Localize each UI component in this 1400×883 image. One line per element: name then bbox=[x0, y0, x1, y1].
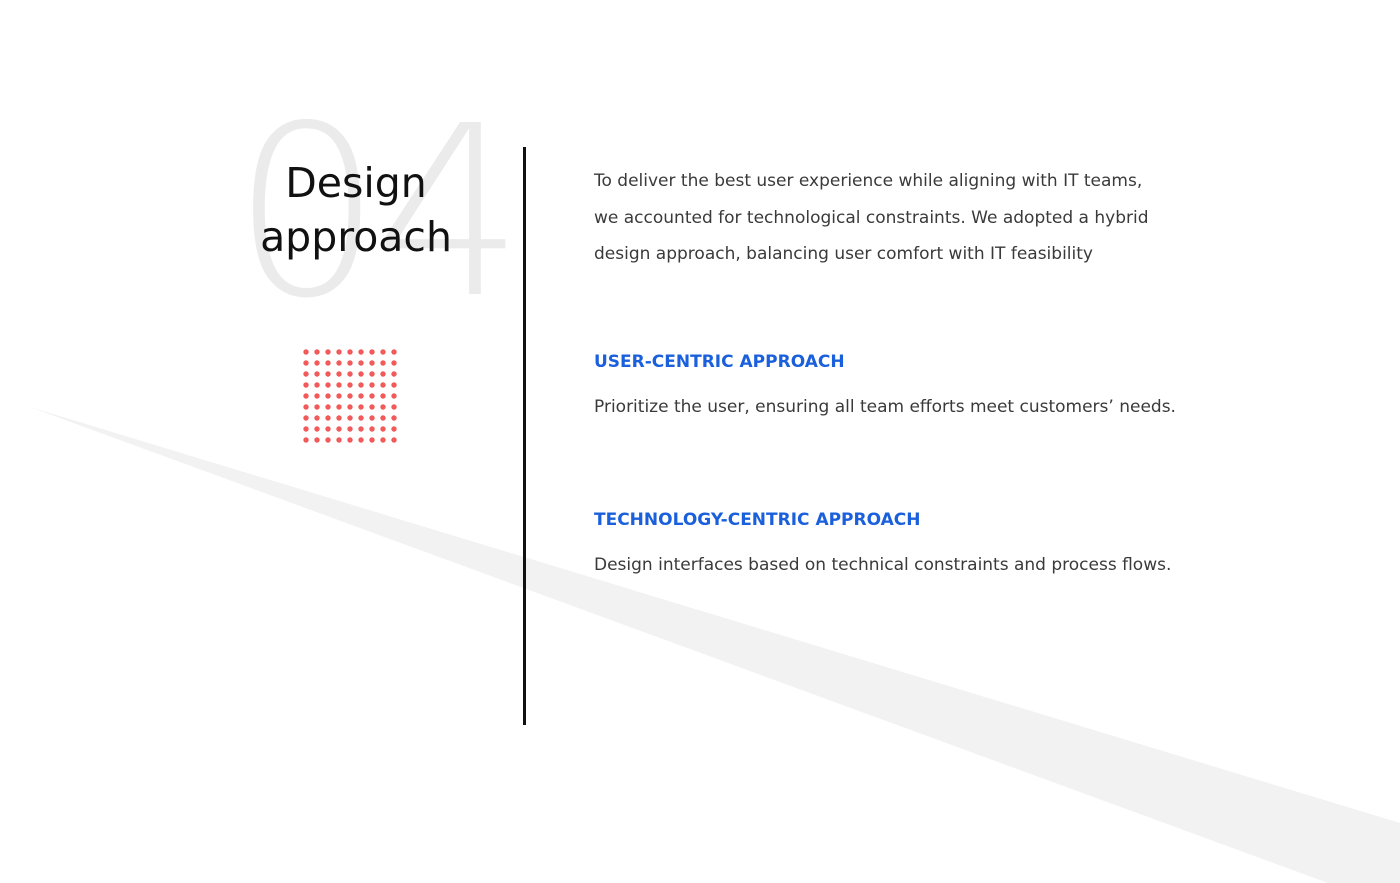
grid-dot bbox=[325, 415, 331, 421]
grid-dot bbox=[391, 382, 397, 388]
grid-dot bbox=[336, 415, 342, 421]
grid-dot bbox=[303, 382, 309, 388]
grid-dot bbox=[325, 371, 331, 377]
grid-dot bbox=[347, 371, 353, 377]
decorative-dot-grid bbox=[303, 349, 397, 443]
grid-dot bbox=[325, 382, 331, 388]
user-centric-description: Prioritize the user, ensuring all team e… bbox=[594, 397, 1176, 417]
grid-dot bbox=[369, 404, 375, 410]
grid-dot bbox=[314, 371, 320, 377]
grid-dot bbox=[369, 382, 375, 388]
grid-dot bbox=[325, 393, 331, 399]
grid-dot bbox=[380, 415, 386, 421]
grid-dot bbox=[380, 360, 386, 366]
grid-dot bbox=[391, 360, 397, 366]
intro-line: To deliver the best user experience whil… bbox=[594, 171, 1143, 191]
grid-dot bbox=[369, 371, 375, 377]
grid-dot bbox=[380, 382, 386, 388]
grid-dot bbox=[314, 404, 320, 410]
vertical-divider bbox=[523, 147, 526, 725]
grid-dot bbox=[325, 437, 331, 443]
grid-dot bbox=[391, 404, 397, 410]
background-diagonal-stripe bbox=[30, 407, 1400, 883]
grid-dot bbox=[380, 404, 386, 410]
grid-dot bbox=[391, 371, 397, 377]
grid-dot bbox=[358, 393, 364, 399]
grid-dot bbox=[303, 360, 309, 366]
grid-dot bbox=[347, 393, 353, 399]
grid-dot bbox=[303, 349, 309, 355]
grid-dot bbox=[303, 404, 309, 410]
grid-dot bbox=[336, 426, 342, 432]
grid-dot bbox=[358, 382, 364, 388]
grid-dot bbox=[391, 437, 397, 443]
grid-dot bbox=[303, 415, 309, 421]
grid-dot bbox=[391, 426, 397, 432]
grid-dot bbox=[380, 393, 386, 399]
grid-dot bbox=[314, 415, 320, 421]
grid-dot bbox=[303, 393, 309, 399]
grid-dot bbox=[358, 415, 364, 421]
grid-dot bbox=[358, 360, 364, 366]
intro-line: we accounted for technological constrain… bbox=[594, 207, 1149, 228]
intro-paragraph: To deliver the best user experience whil… bbox=[594, 163, 1164, 273]
grid-dot bbox=[314, 360, 320, 366]
grid-dot bbox=[314, 382, 320, 388]
user-centric-heading: USER-CENTRIC APPROACH bbox=[594, 352, 845, 372]
grid-dot bbox=[380, 371, 386, 377]
grid-dot bbox=[336, 349, 342, 355]
grid-dot bbox=[369, 426, 375, 432]
section-title: Design approach bbox=[260, 159, 452, 261]
grid-dot bbox=[358, 404, 364, 410]
grid-dot bbox=[336, 360, 342, 366]
grid-dot bbox=[369, 415, 375, 421]
grid-dot bbox=[325, 360, 331, 366]
grid-dot bbox=[314, 393, 320, 399]
grid-dot bbox=[325, 404, 331, 410]
grid-dot bbox=[336, 437, 342, 443]
grid-dot bbox=[391, 415, 397, 421]
grid-dot bbox=[303, 426, 309, 432]
grid-dot bbox=[303, 371, 309, 377]
grid-dot bbox=[380, 437, 386, 443]
grid-dot bbox=[380, 426, 386, 432]
grid-dot bbox=[391, 393, 397, 399]
grid-dot bbox=[325, 349, 331, 355]
grid-dot bbox=[347, 349, 353, 355]
grid-dot bbox=[358, 437, 364, 443]
intro-line: design approach, balancing user comfort … bbox=[594, 244, 1093, 264]
grid-dot bbox=[380, 349, 386, 355]
grid-dot bbox=[369, 360, 375, 366]
grid-dot bbox=[347, 415, 353, 421]
grid-dot bbox=[391, 349, 397, 355]
grid-dot bbox=[325, 426, 331, 432]
grid-dot bbox=[358, 426, 364, 432]
grid-dot bbox=[336, 382, 342, 388]
grid-dot bbox=[314, 426, 320, 432]
grid-dot bbox=[347, 404, 353, 410]
grid-dot bbox=[347, 382, 353, 388]
grid-dot bbox=[336, 371, 342, 377]
grid-dot bbox=[303, 437, 309, 443]
grid-dot bbox=[369, 393, 375, 399]
grid-dot bbox=[369, 349, 375, 355]
technology-centric-description: Design interfaces based on technical con… bbox=[594, 555, 1172, 575]
grid-dot bbox=[336, 393, 342, 399]
grid-dot bbox=[336, 404, 342, 410]
grid-dot bbox=[347, 360, 353, 366]
grid-dot bbox=[314, 349, 320, 355]
technology-centric-heading: TECHNOLOGY-CENTRIC APPROACH bbox=[594, 510, 921, 530]
grid-dot bbox=[347, 437, 353, 443]
grid-dot bbox=[314, 437, 320, 443]
grid-dot bbox=[369, 437, 375, 443]
grid-dot bbox=[358, 371, 364, 377]
grid-dot bbox=[347, 426, 353, 432]
grid-dot bbox=[358, 349, 364, 355]
